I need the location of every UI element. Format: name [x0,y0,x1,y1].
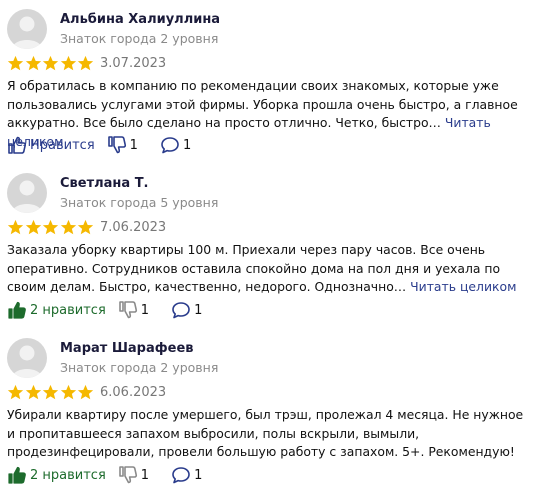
like-button[interactable]: 2 нравится [7,300,106,320]
dislike-button[interactable]: 1 [107,135,138,155]
review-actions: Нравится 1 1 [7,134,191,156]
star-icon [60,384,76,400]
author-level: Знаток города 2 уровня [60,360,219,375]
star-icon [77,384,94,400]
star-icon [7,384,24,400]
thumbs-down-icon [107,136,126,154]
like-label: 2 нравится [30,302,106,318]
avatar[interactable] [7,338,47,378]
author-name[interactable]: Альбина Халиуллина [60,12,220,27]
star-icon [25,55,41,71]
star-icon [7,219,24,235]
like-button[interactable]: Нравится [7,135,95,155]
star-icon [77,55,94,71]
thumbs-down-icon [118,466,137,484]
review-actions: 2 нравится 1 1 [7,299,202,321]
author-name[interactable]: Марат Шарафеев [60,341,194,356]
star-icon [42,384,59,400]
thumbs-down-icon [118,301,137,319]
avatar[interactable] [7,173,47,213]
dislike-button[interactable]: 1 [118,300,149,320]
star-icon [77,219,94,235]
review-actions: 2 нравится 1 1 [7,464,202,486]
review-text: Убирали квартиру после умершего, был трэ… [7,406,529,462]
read-more-link[interactable]: Читать целиком [410,279,516,294]
star-icon [42,219,59,235]
rating-stars [7,55,95,73]
comment-button[interactable]: 1 [171,300,202,320]
author-name[interactable]: Светлана Т. [60,176,149,191]
comment-icon [161,137,179,154]
star-icon [25,219,41,235]
star-icon [60,219,76,235]
review-date: 6.06.2023 [100,385,167,400]
thumbs-up-icon [8,466,26,484]
dislike-count: 1 [129,137,138,153]
review-text: Заказала уборку квартиры 100 м. Приехали… [7,241,529,297]
dislike-count: 1 [140,467,150,483]
author-level: Знаток города 2 уровня [60,31,219,46]
star-icon [60,55,76,71]
review-body: Убирали квартиру после умершего, был трэ… [7,407,524,459]
like-label: Нравится [30,137,95,153]
review-date: 7.06.2023 [100,220,167,235]
star-icon [7,55,24,71]
dislike-count: 1 [140,302,150,318]
comment-count: 1 [182,137,192,153]
comment-button[interactable]: 1 [171,465,202,485]
thumbs-up-icon [8,301,26,319]
comment-icon [172,302,190,319]
review-body: Я обратилась в компанию по рекомендации … [7,78,518,130]
comment-count: 1 [194,467,203,483]
star-icon [42,55,59,71]
star-icon [25,384,41,400]
rating-stars [7,219,95,237]
comment-button[interactable]: 1 [160,135,191,155]
comment-icon [172,467,190,484]
comment-count: 1 [194,302,203,318]
thumbs-up-icon [8,136,27,154]
like-button[interactable]: 2 нравится [7,465,106,485]
author-level: Знаток города 5 уровня [60,195,219,210]
review-date: 3.07.2023 [100,56,167,71]
like-label: 2 нравится [30,467,106,483]
dislike-button[interactable]: 1 [118,465,149,485]
rating-stars [7,384,95,402]
avatar[interactable] [7,9,47,49]
